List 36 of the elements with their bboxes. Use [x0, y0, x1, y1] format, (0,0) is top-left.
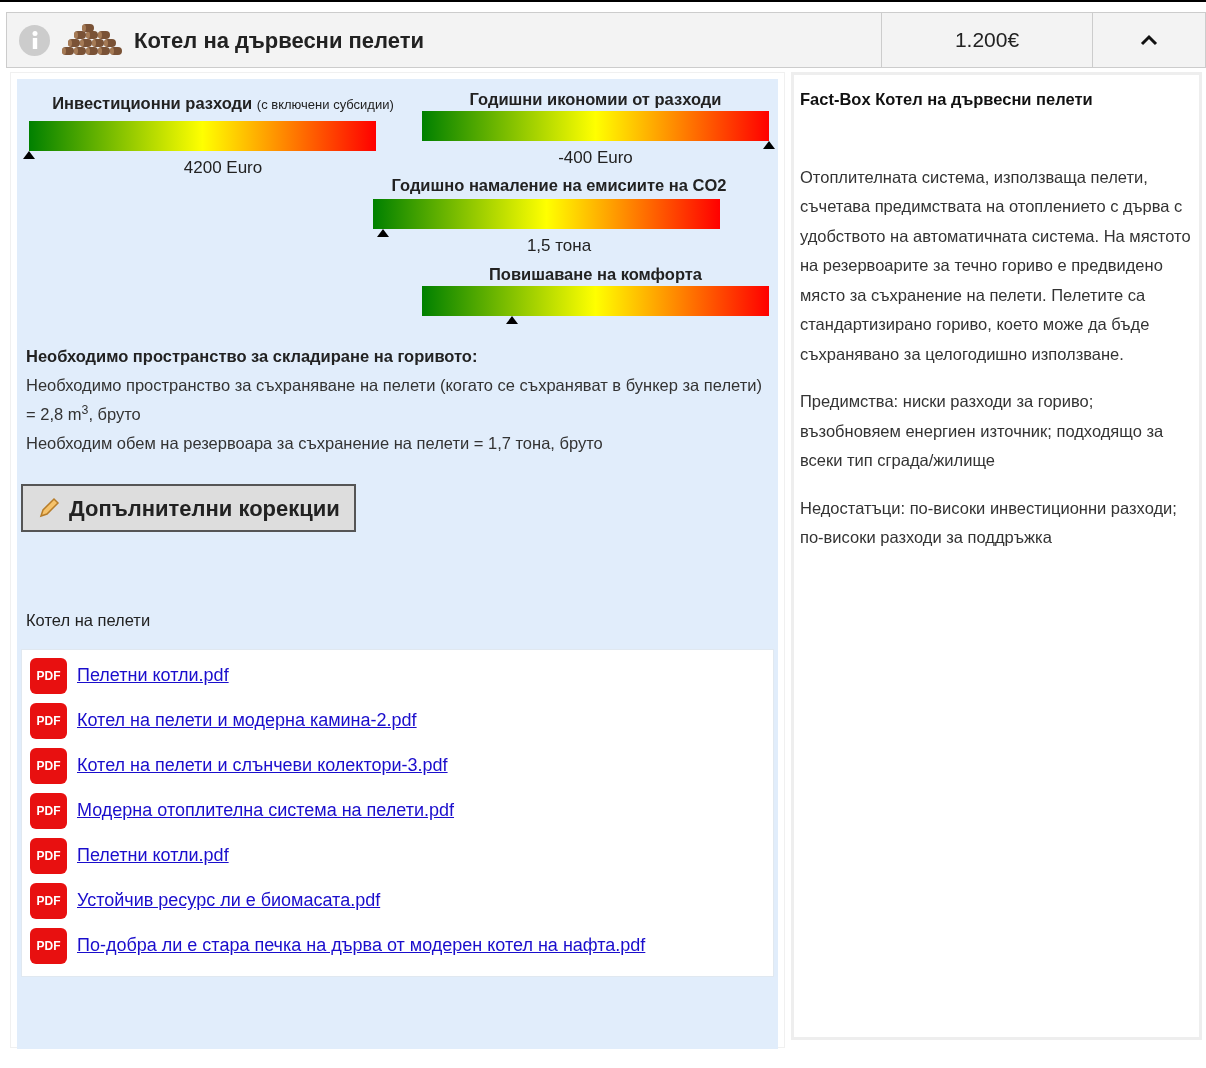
pdf-icon: PDF — [30, 837, 67, 874]
document-link[interactable]: Котел на пелети и модерна камина-2.pdf — [77, 707, 417, 735]
pdf-icon: PDF — [30, 927, 67, 964]
fact-box-title: Fact-Box Котел на дървесни пелети — [800, 89, 1094, 110]
pellets-icon — [60, 23, 124, 57]
pdf-icon: PDF — [30, 747, 67, 784]
info-icon[interactable] — [19, 24, 50, 56]
header-title: Котел на дървесни пелети — [134, 26, 424, 55]
document-link[interactable]: Пелетни котли.pdf — [77, 842, 229, 870]
pencil-icon — [37, 496, 61, 520]
document-link[interactable]: Пелетни котли.pdf — [77, 662, 229, 690]
gauge-reading: -400 Euro — [558, 147, 633, 169]
pdf-icon: PDF — [30, 702, 67, 739]
gauge-title: Повишаване на комфорта — [489, 264, 702, 285]
gauge-title: Годишно намаление на емисиите на CO2 — [390, 174, 728, 196]
document-link[interactable]: По-добра ли е стара печка на дърва от модерен котел на нафта.pdf — [77, 932, 646, 960]
fact-box-paragraph: Отоплителната система, използваща пелети, съчетава предимствата на отоплението с дърва с удобството на автоматичната система. На мястото на резервоарите за течно гориво е предвидено място за съхранение на пелети. Пелетите са стандартизирано гориво, което може да бъде съхранявано за целогодишно използване. — [800, 166, 1192, 365]
storage-text: Необходим обем на резервоара за съхранение на пелети = 1,7 тона, бруто — [26, 433, 604, 454]
pdf-icon: PDF — [30, 882, 67, 919]
chevron-icon — [1140, 34, 1158, 46]
gauge-reading: 4200 Euro — [183, 157, 263, 179]
gauge-reading: 1,5 тона — [526, 234, 592, 257]
fact-box-paragraph: Недостатъци: по-високи инвестиционни разходи; по-високи разходи за поддръжка — [800, 497, 1178, 548]
pdf-icon: PDF — [30, 792, 67, 829]
documents-title: Котел на пелети — [26, 610, 152, 631]
document-link[interactable]: Котел на пелети и слънчеви колектори-3.pdf — [77, 752, 448, 780]
storage-text: Необходимо пространство за съхраняване на пелети (когато се съхраняват в бункер за пелети) = 2,8 m$^{3}$, бруто — [26, 375, 763, 425]
pdf-icon: PDF — [30, 657, 67, 694]
corrections-button[interactable]: Допълнителни корекции — [21, 484, 356, 532]
document-link[interactable]: Устойчив ресурс ли е биомасата.pdf — [77, 887, 381, 915]
gauge-title: Инвестиционни разходи (с включени субсидии) — [51, 93, 395, 114]
gauge-title: Годишни икономии от разходи — [469, 89, 722, 110]
price-cell: 1.200€ — [881, 13, 1092, 67]
fact-box-paragraph: Предимства: ниски разходи за гориво; възобновяем енергиен източник; подходящо за всеки тип сграда/жилище — [800, 391, 1165, 471]
storage-heading: Необходимо пространство за складиране на горивото: — [26, 346, 479, 367]
document-link[interactable]: Модерна отоплителна система на пелети.pdf — [77, 797, 454, 825]
